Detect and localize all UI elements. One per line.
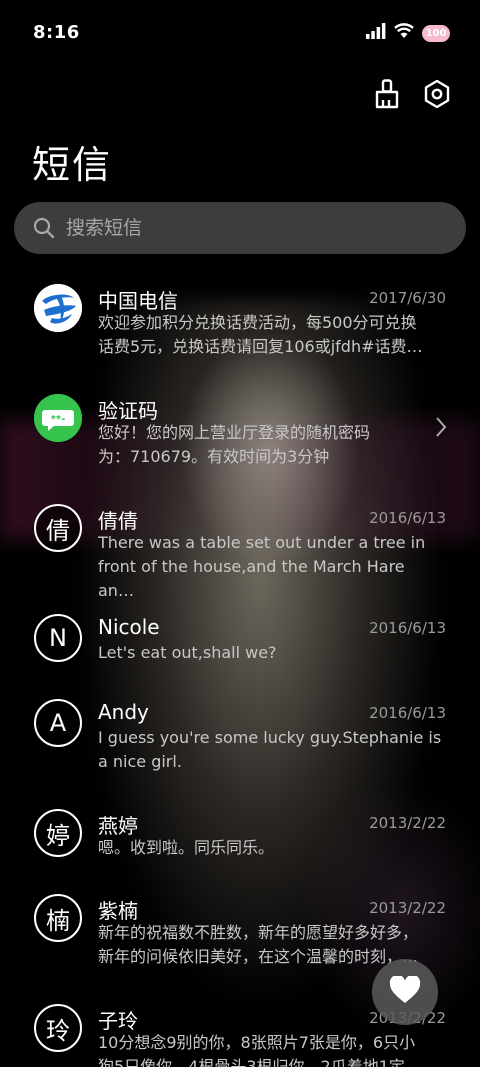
message-date: 2013/2/22 [369,899,446,917]
avatar: 楠 [34,894,82,942]
heart-icon [389,974,421,1008]
favorite-fab-button[interactable] [372,959,438,1025]
status-bar: 8:16 100 [0,0,480,66]
sender-name: 验证码 [98,399,158,423]
message-preview: 欢迎参加积分兑换话费活动，每500分可兑换 话费5元，兑换话费请回复106或jf… [98,313,423,356]
avatar: 婷 [34,809,82,857]
signal-icon [366,23,386,43]
broom-icon[interactable] [372,78,402,110]
china-telecom-logo [34,284,82,332]
conversation-item[interactable]: A Andy 2016/6/13 I guess you're some luc… [0,685,480,790]
battery-icon: 100 [422,24,450,42]
search-bar[interactable] [14,202,466,254]
avatar: 玲 [34,1004,82,1052]
conversation-item[interactable]: 婷 燕婷 2013/2/22 嗯。收到啦。同乐同乐。 [0,795,480,875]
conversation-item[interactable]: **- 验证码 您好！您的网上营业厅登录的随机密码 为：710679。有效时间为… [0,380,480,485]
conversation-item[interactable]: N Nicole 2016/6/13 Let's eat out,shall w… [0,600,480,680]
sender-name: 紫楠 [98,899,138,923]
sender-name: 子玲 [98,1009,138,1033]
message-preview: 您好！您的网上营业厅登录的随机密码 为：710679。有效时间为3分钟 [98,423,371,466]
wifi-icon [394,23,414,43]
svg-text:**-: **- [51,414,66,425]
settings-icon[interactable] [422,78,452,110]
sender-name: Nicole [98,615,160,639]
message-date: 2017/6/30 [369,289,446,307]
sender-name: 倩倩 [98,509,138,533]
status-time: 8:16 [33,22,80,43]
message-preview: 嗯。收到啦。同乐同乐。 [98,838,275,857]
message-date: 2016/6/13 [369,619,446,637]
message-preview: There was a table set out under a tree i… [98,533,426,600]
verification-code-icon: **- [34,394,82,442]
sender-name: 燕婷 [98,814,138,838]
avatar: N [34,614,82,662]
message-preview: Let's eat out,shall we? [98,643,277,662]
avatar: A [34,699,82,747]
sender-name: 中国电信 [98,289,178,313]
message-preview: I guess you're some lucky guy.Stephanie … [98,728,442,771]
conversation-item[interactable]: 中国电信 2017/6/30 欢迎参加积分兑换话费活动，每500分可兑换 话费5… [0,270,480,375]
message-date: 2013/2/22 [369,814,446,832]
search-icon [32,216,56,240]
message-preview: 10分想念9别的你，8张照片7张是你，6只小 狗5只像你，4根骨头3根归你，2爪… [98,1033,416,1067]
avatar: 倩 [34,504,82,552]
search-input[interactable] [64,216,428,240]
message-date: 2016/6/13 [369,509,446,527]
page-title: 短信 [32,143,113,187]
message-date: 2016/6/13 [369,704,446,722]
conversation-item[interactable]: 倩 倩倩 2016/6/13 There was a table set out… [0,490,480,600]
sender-name: Andy [98,700,149,724]
